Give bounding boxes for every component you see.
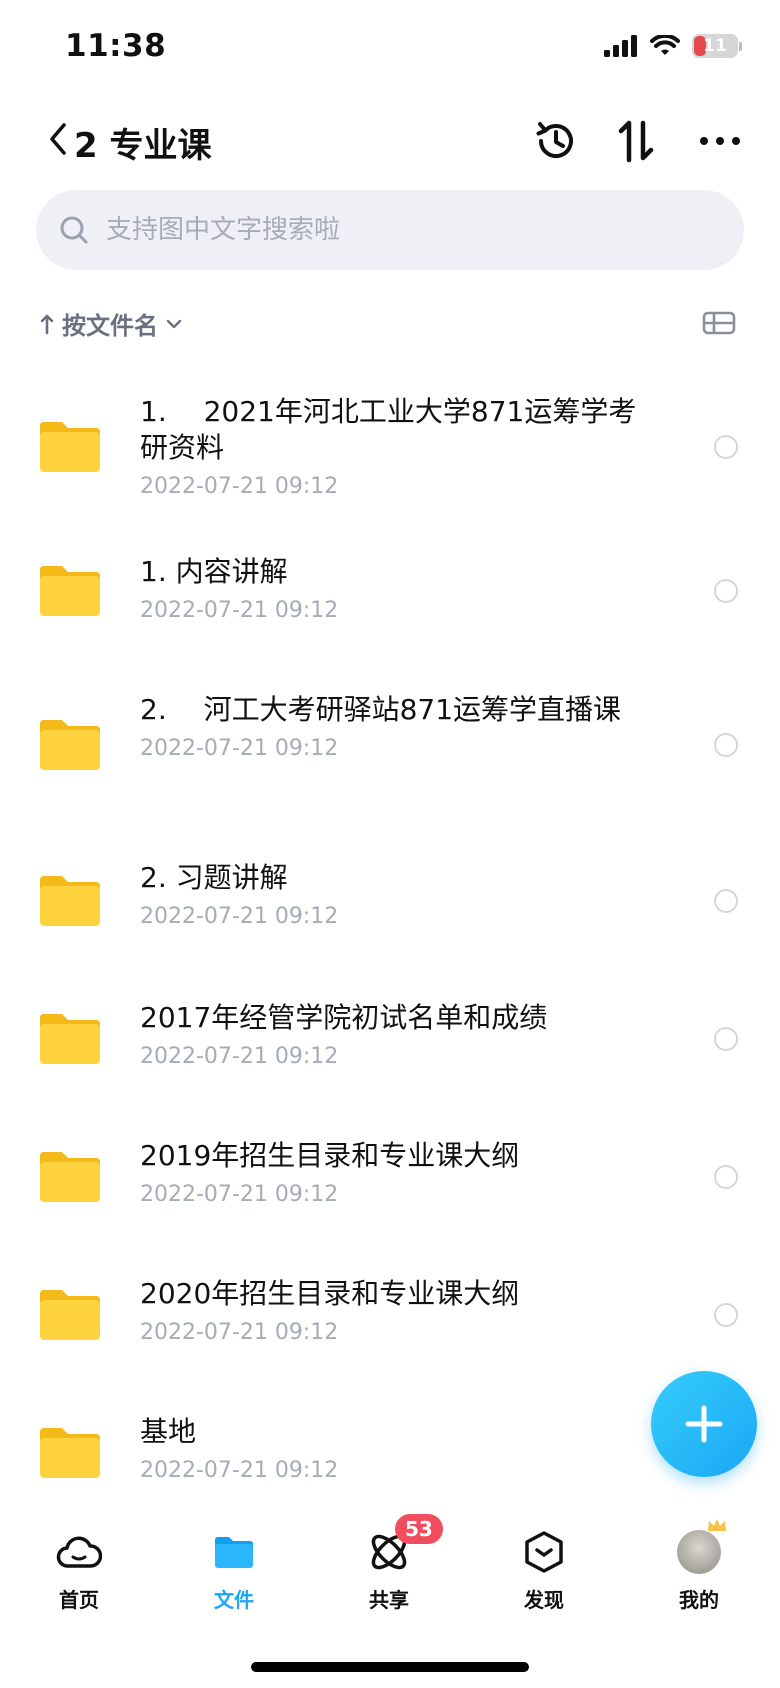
battery-level: 11	[703, 36, 727, 56]
file-name: 2017年经管学院初试名单和成绩	[140, 1001, 548, 1034]
folder-icon	[40, 720, 100, 770]
battery-icon: 11	[692, 34, 742, 58]
file-name: 2019年招生目录和专业课大纲	[140, 1139, 520, 1172]
select-checkbox[interactable]	[714, 1027, 738, 1051]
file-date: 2022-07-21 09:12	[140, 1320, 339, 1345]
file-name: 2. 河工大考研驿站871运筹学直播课	[140, 693, 622, 726]
sort-row: 按文件名	[0, 298, 780, 348]
file-date: 2022-07-21 09:12	[140, 1044, 339, 1069]
file-name: 1. 内容讲解	[140, 555, 288, 588]
file-name: 2020年招生目录和专业课大纲	[140, 1277, 520, 1310]
add-button[interactable]	[651, 1371, 757, 1477]
folder-icon	[40, 1014, 100, 1064]
folder-icon	[40, 876, 100, 926]
status-bar: 11:38 11	[0, 0, 780, 100]
file-date: 2022-07-21 09:12	[140, 1458, 339, 1483]
tab-files[interactable]: 文件	[179, 1528, 289, 1628]
sort-by-name-button[interactable]: 按文件名	[40, 306, 182, 341]
arrow-up-icon	[40, 314, 54, 334]
status-icons: 11	[604, 34, 742, 58]
tab-label: 文件	[214, 1588, 254, 1612]
folder-icon	[40, 1290, 100, 1340]
plus-icon	[685, 1405, 723, 1443]
file-info: 2020年招生目录和专业课大纲 2022-07-21 09:12	[140, 1276, 640, 1345]
file-info: 2017年经管学院初试名单和成绩 2022-07-21 09:12	[140, 1000, 640, 1069]
sort-label: 按文件名	[62, 312, 158, 340]
sort-order-button[interactable]	[610, 114, 664, 168]
file-date: 2022-07-21 09:12	[140, 1182, 339, 1207]
file-info: 1. 2021年河北工业大学871运筹学考研资料 2022-07-21 09:1…	[140, 394, 640, 499]
list-item[interactable]: 1. 内容讲解 2022-07-21 09:12	[0, 522, 780, 660]
select-checkbox[interactable]	[714, 733, 738, 757]
folder-icon	[40, 1428, 100, 1478]
page-title: 2 专业课	[74, 126, 212, 166]
file-date: 2022-07-21 09:12	[140, 736, 339, 761]
chevron-left-icon	[50, 123, 66, 155]
history-icon	[536, 122, 573, 158]
file-date: 2022-07-21 09:12	[140, 598, 339, 623]
more-dots-icon	[700, 137, 740, 145]
select-checkbox[interactable]	[714, 889, 738, 913]
cellular-signal-icon	[604, 35, 637, 57]
select-checkbox[interactable]	[714, 579, 738, 603]
tab-label: 发现	[524, 1588, 564, 1612]
tab-share[interactable]: 53 共享	[334, 1514, 444, 1628]
file-name: 基地	[140, 1415, 197, 1448]
tab-home[interactable]: 首页	[24, 1528, 134, 1628]
folder-icon	[40, 566, 100, 616]
file-name: 2. 习题讲解	[140, 861, 288, 894]
tab-label: 首页	[59, 1588, 99, 1612]
file-info: 2. 习题讲解 2022-07-21 09:12	[140, 860, 640, 929]
folder-icon	[40, 422, 100, 472]
select-checkbox[interactable]	[714, 1303, 738, 1327]
list-item[interactable]: 2017年经管学院初试名单和成绩 2022-07-21 09:12	[0, 970, 780, 1108]
notification-badge: 53	[395, 1514, 443, 1544]
list-item[interactable]: 2. 习题讲解 2022-07-21 09:12	[0, 832, 780, 970]
list-item[interactable]: 2020年招生目录和专业课大纲 2022-07-21 09:12	[0, 1246, 780, 1384]
file-info: 基地 2022-07-21 09:12	[140, 1414, 640, 1483]
tab-profile[interactable]: 我的	[644, 1519, 754, 1628]
home-indicator	[251, 1662, 529, 1672]
history-button[interactable]	[529, 114, 583, 168]
select-checkbox[interactable]	[714, 1165, 738, 1189]
tab-label: 我的	[679, 1588, 719, 1612]
status-time: 11:38	[65, 28, 167, 64]
nav-bar: 2 专业课	[0, 100, 780, 180]
folder-icon	[40, 1152, 100, 1202]
wifi-icon	[650, 35, 680, 55]
more-button[interactable]	[693, 114, 747, 168]
file-info: 2. 河工大考研驿站871运筹学直播课 2022-07-21 09:12	[140, 692, 640, 761]
cloud-icon	[56, 1536, 102, 1568]
file-name: 1. 2021年河北工业大学871运筹学考研资料	[140, 395, 637, 464]
file-info: 1. 内容讲解 2022-07-21 09:12	[140, 554, 640, 623]
crown-icon	[708, 1519, 726, 1531]
file-date: 2022-07-21 09:12	[140, 474, 339, 499]
tab-discover[interactable]: 发现	[489, 1528, 599, 1628]
sort-arrows-icon	[618, 120, 654, 163]
chevron-down-icon	[166, 319, 182, 328]
search-input[interactable]	[104, 214, 708, 246]
search-bar[interactable]	[36, 190, 744, 270]
back-button[interactable]	[40, 114, 76, 164]
file-date: 2022-07-21 09:12	[140, 904, 339, 929]
list-view-toggle-icon[interactable]	[702, 308, 736, 338]
file-info: 2019年招生目录和专业课大纲 2022-07-21 09:12	[140, 1138, 640, 1207]
tab-label: 共享	[369, 1588, 409, 1612]
file-list: 1. 2021年河北工业大学871运筹学考研资料 2022-07-21 09:1…	[0, 368, 780, 1522]
discover-icon	[525, 1531, 563, 1573]
folder-icon	[215, 1537, 253, 1568]
list-item[interactable]: 1. 2021年河北工业大学871运筹学考研资料 2022-07-21 09:1…	[0, 368, 780, 522]
list-item[interactable]: 2. 河工大考研驿站871运筹学直播课 2022-07-21 09:12	[0, 660, 780, 832]
search-icon	[60, 216, 88, 244]
select-checkbox[interactable]	[714, 435, 738, 459]
list-item[interactable]: 2019年招生目录和专业课大纲 2022-07-21 09:12	[0, 1108, 780, 1246]
avatar	[677, 1519, 726, 1574]
